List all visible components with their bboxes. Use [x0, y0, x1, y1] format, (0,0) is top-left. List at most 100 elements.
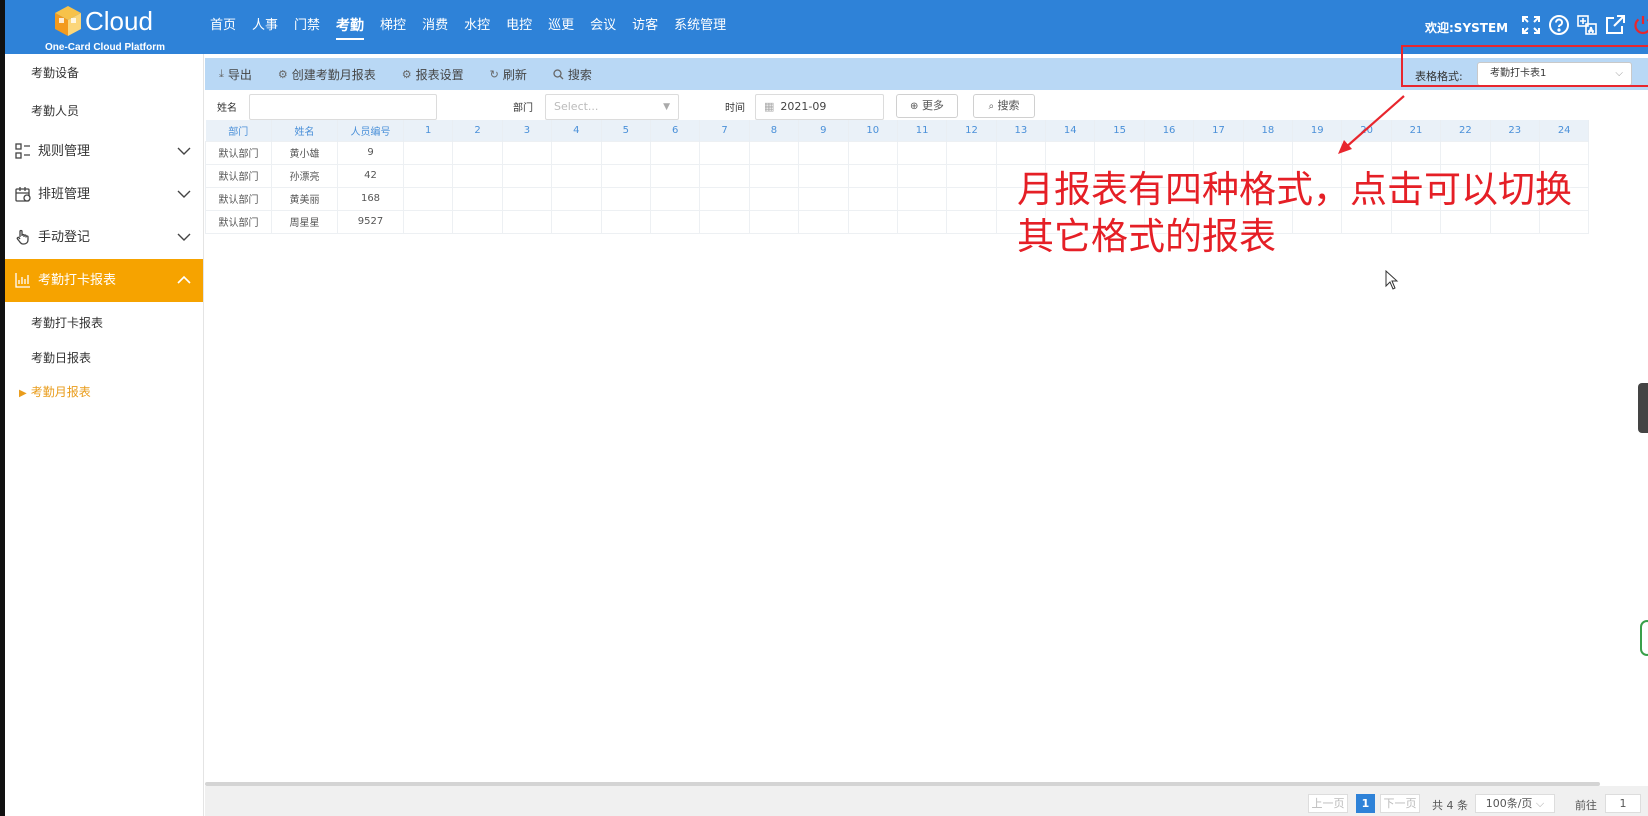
column-header[interactable]: 人员编号: [337, 120, 404, 141]
column-header[interactable]: 14: [1045, 120, 1096, 141]
language-icon[interactable]: [1576, 14, 1598, 36]
sidebar-item-punch-report[interactable]: 考勤打卡报表: [5, 305, 203, 341]
nav-item-5[interactable]: 消费: [422, 0, 448, 54]
power-icon[interactable]: [1632, 14, 1648, 36]
nav-item-7[interactable]: 电控: [506, 0, 532, 54]
help-icon[interactable]: [1548, 14, 1570, 36]
nav-item-8[interactable]: 巡更: [548, 0, 574, 54]
sidebar-group-manual[interactable]: 手动登记: [5, 216, 203, 259]
column-header[interactable]: 20: [1341, 120, 1392, 141]
filter-search-button[interactable]: ⌕ 搜索: [973, 94, 1035, 118]
column-header[interactable]: 15: [1094, 120, 1145, 141]
table-cell: [452, 163, 503, 188]
column-header[interactable]: 4: [551, 120, 602, 141]
side-panel-tab[interactable]: [1638, 383, 1648, 433]
chevron-down-icon: [177, 190, 191, 198]
column-header[interactable]: 5: [601, 120, 651, 141]
table-cell: [452, 209, 503, 234]
toolbar-search-button[interactable]: 搜索: [553, 66, 592, 83]
column-header[interactable]: 9: [798, 120, 849, 141]
column-header[interactable]: 19: [1292, 120, 1343, 141]
export-label: 导出: [227, 67, 252, 82]
column-header[interactable]: 17: [1193, 120, 1244, 141]
refresh-button[interactable]: ↻ 刷新: [490, 66, 527, 83]
nav-item-10[interactable]: 访客: [632, 0, 658, 54]
table-cell: [1341, 140, 1392, 165]
dept-select[interactable]: Select... ▼: [545, 94, 679, 120]
column-header[interactable]: 2: [452, 120, 503, 141]
column-header[interactable]: 3: [502, 120, 553, 141]
annotation-line-2: 其它格式的报表: [1017, 215, 1276, 258]
nav-item-3[interactable]: 考勤: [336, 0, 365, 54]
column-header[interactable]: 24: [1539, 120, 1590, 141]
next-page-button[interactable]: 下一页: [1380, 794, 1420, 813]
column-header[interactable]: 16: [1144, 120, 1195, 141]
caret-down-icon: ▼: [663, 102, 670, 112]
column-header[interactable]: 部门: [205, 120, 272, 141]
external-link-icon[interactable]: [1604, 14, 1626, 36]
column-header[interactable]: 22: [1440, 120, 1491, 141]
annotation-highlight-box: [1401, 45, 1648, 87]
column-header[interactable]: 23: [1490, 120, 1540, 141]
total-count: 共 4 条: [1432, 799, 1468, 812]
sidebar-item-daily-report[interactable]: 考勤日报表: [5, 341, 203, 375]
nav-item-1[interactable]: 人事: [252, 0, 278, 54]
chevron-down-icon: ⌵: [1535, 797, 1545, 810]
sidebar-group-rules[interactable]: 规则管理: [5, 130, 203, 173]
page-1-button[interactable]: 1: [1356, 794, 1375, 813]
sidebar-group-reports[interactable]: 考勤打卡报表: [5, 259, 203, 302]
sidebar-item-monthly-report[interactable]: ▶ 考勤月报表: [5, 375, 203, 409]
table-cell: [1538, 140, 1590, 165]
column-header[interactable]: 21: [1391, 120, 1442, 141]
window-frame-edge: [0, 0, 5, 816]
column-header[interactable]: 11: [897, 120, 948, 141]
table-cell: [1242, 140, 1294, 165]
create-label: 创建考勤月报表: [291, 67, 376, 82]
table-cell: [748, 163, 800, 188]
goto-page-input[interactable]: 1: [1605, 794, 1641, 813]
nav-item-6[interactable]: 水控: [464, 0, 490, 54]
logo[interactable]: Cloud One-Card Cloud Platform: [45, 4, 165, 53]
table-cell: [748, 209, 800, 234]
table-row[interactable]: 默认部门 黄小雄 9: [205, 140, 1590, 165]
column-header[interactable]: 13: [996, 120, 1047, 141]
cube-logo-icon: [55, 6, 81, 36]
prev-page-button[interactable]: 上一页: [1308, 794, 1348, 813]
time-input[interactable]: ▦ 2021-09: [755, 94, 884, 120]
column-header[interactable]: 10: [848, 120, 898, 141]
page-size-select[interactable]: 100条/页 ⌵: [1475, 794, 1555, 813]
sidebar-item-personnel[interactable]: 考勤人员: [5, 92, 203, 130]
nav-item-4[interactable]: 梯控: [380, 0, 406, 54]
nav-item-11[interactable]: 系统管理: [674, 0, 726, 54]
more-label: 更多: [921, 99, 944, 112]
column-header[interactable]: 8: [749, 120, 800, 141]
table-cell: [896, 186, 948, 211]
column-header[interactable]: 7: [699, 120, 750, 141]
nav-item-2[interactable]: 门禁: [294, 0, 320, 54]
table-cell: [649, 140, 701, 165]
sidebar-group-shift[interactable]: 排班管理: [5, 173, 203, 216]
mouse-cursor-icon: [1385, 270, 1399, 290]
table-cell: [847, 140, 898, 165]
table-cell: [402, 163, 454, 188]
column-header[interactable]: 6: [650, 120, 701, 141]
column-header[interactable]: 1: [403, 120, 454, 141]
create-monthly-report-button[interactable]: ⚙ 创建考勤月报表: [278, 66, 376, 83]
column-header[interactable]: 12: [946, 120, 997, 141]
more-button[interactable]: ⊕ 更多: [896, 94, 958, 118]
table-cell: [600, 140, 651, 165]
name-input[interactable]: [249, 94, 437, 120]
report-settings-button[interactable]: ⚙ 报表设置: [402, 66, 464, 83]
nav-item-9[interactable]: 会议: [590, 0, 616, 54]
fullscreen-icon[interactable]: [1520, 14, 1542, 36]
column-header[interactable]: 18: [1243, 120, 1294, 141]
export-button[interactable]: ⤓ 导出: [219, 66, 252, 83]
table-cell: [501, 186, 553, 211]
sidebar-item-devices[interactable]: 考勤设备: [5, 54, 203, 92]
table-cell: [402, 209, 454, 234]
annotation-text: 月报表有四种格式，点击可以切换 其它格式的报表: [1017, 166, 1572, 260]
refresh-icon: ↻: [489, 67, 499, 81]
column-header[interactable]: 姓名: [271, 120, 338, 141]
floating-widget[interactable]: [1640, 620, 1648, 656]
nav-item-0[interactable]: 首页: [210, 0, 236, 54]
